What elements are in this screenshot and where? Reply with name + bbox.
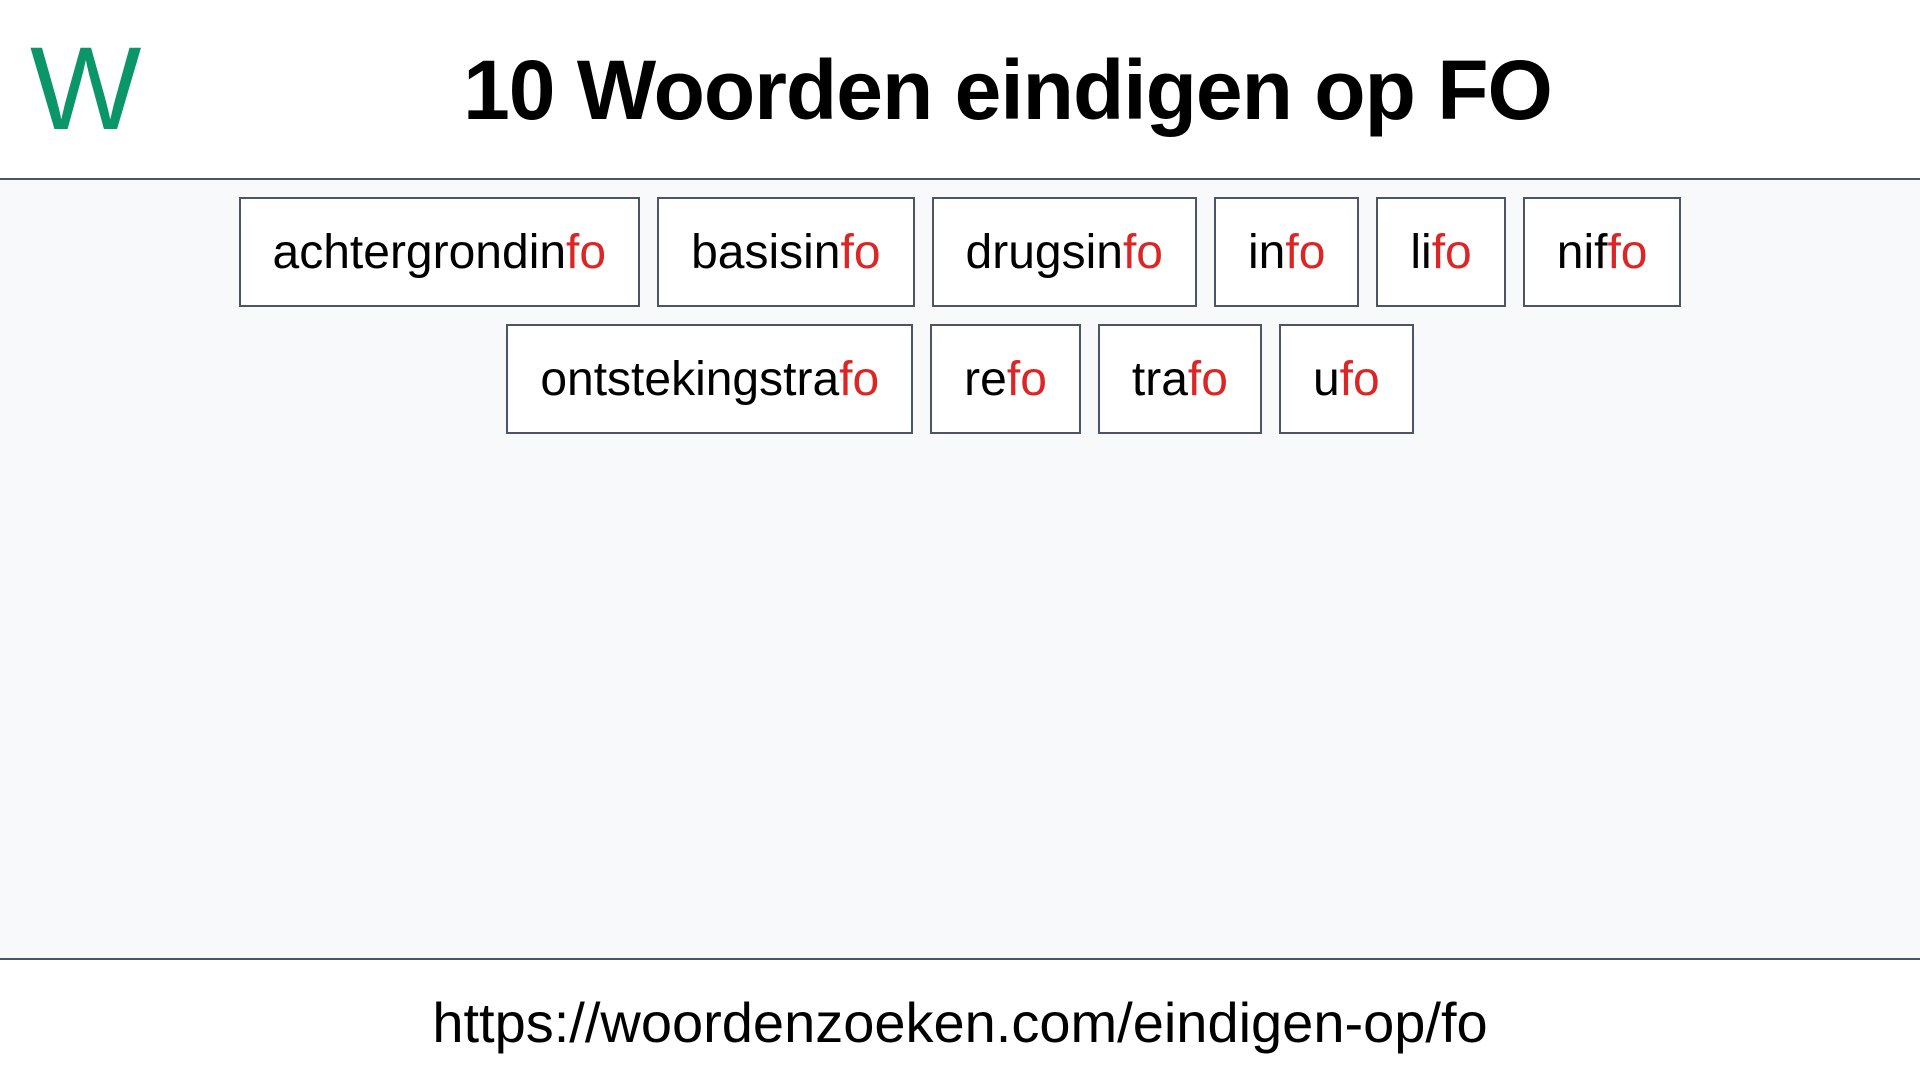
word-suffix: fo xyxy=(1285,225,1326,279)
header: W 10 Woorden eindigen op FO xyxy=(0,0,1920,180)
word-prefix: in xyxy=(1248,225,1286,279)
word-suffix: fo xyxy=(1006,352,1047,406)
word-prefix: re xyxy=(964,352,1007,406)
word-item[interactable]: ontstekingstra fo xyxy=(506,324,914,434)
footer: https://woordenzoeken.com/eindigen-op/fo xyxy=(0,958,1920,1082)
word-suffix: fo xyxy=(839,352,880,406)
word-prefix: drugsin xyxy=(965,225,1123,279)
word-prefix: u xyxy=(1312,352,1340,406)
word-prefix: achtergrondin xyxy=(272,225,567,279)
word-item[interactable]: basisin fo xyxy=(657,197,915,307)
word-suffix: fo xyxy=(840,225,881,279)
word-item[interactable]: in fo xyxy=(1214,197,1360,307)
word-prefix: basisin xyxy=(691,225,841,279)
word-suffix: fo xyxy=(1339,352,1380,406)
word-list: achtergrondin fo basisin fo drugsin fo in fo… xyxy=(0,197,1920,434)
word-item[interactable]: drugsin fo xyxy=(931,197,1197,307)
word-item[interactable]: nif fo xyxy=(1522,197,1682,307)
word-item[interactable]: tra fo xyxy=(1097,324,1262,434)
word-prefix: nif xyxy=(1556,225,1608,279)
word-prefix: ontstekingstra xyxy=(540,352,840,406)
word-suffix: fo xyxy=(1431,225,1472,279)
word-item[interactable]: li fo xyxy=(1376,197,1506,307)
word-suffix: fo xyxy=(1122,225,1163,279)
word-item[interactable]: re fo xyxy=(930,324,1081,434)
word-prefix: li xyxy=(1410,225,1432,279)
page-title: 10 Woorden eindigen op FO xyxy=(463,43,1553,137)
footer-url: https://woordenzoeken.com/eindigen-op/fo xyxy=(432,991,1488,1054)
word-suffix: fo xyxy=(1187,352,1228,406)
word-prefix: tra xyxy=(1131,352,1188,406)
word-item[interactable]: achtergrondin fo xyxy=(238,197,641,307)
word-item[interactable]: u fo xyxy=(1278,324,1414,434)
word-suffix: fo xyxy=(566,225,607,279)
word-suffix: fo xyxy=(1607,225,1648,279)
